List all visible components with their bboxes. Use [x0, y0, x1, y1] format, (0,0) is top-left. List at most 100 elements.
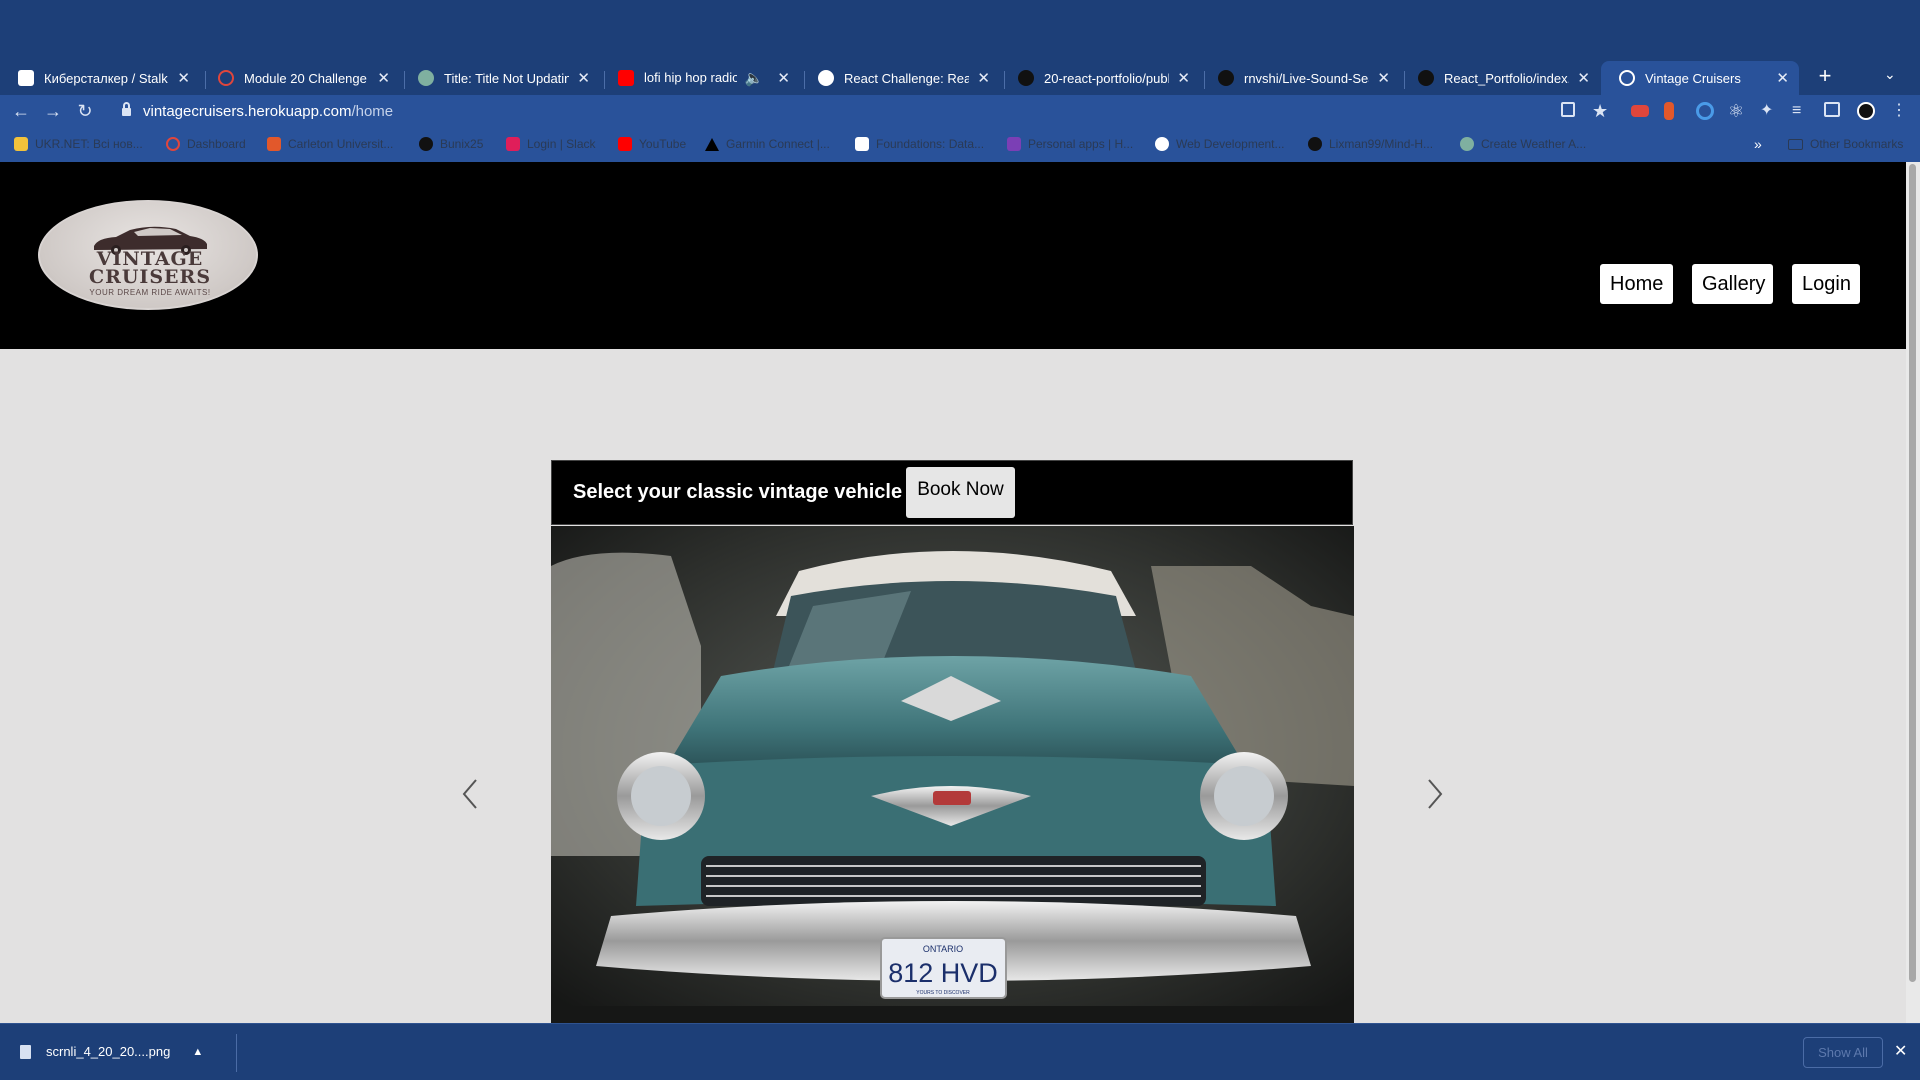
speaker-icon[interactable]: 🔈	[745, 69, 764, 87]
bookmark-label: Personal apps | H...	[1028, 137, 1134, 151]
bookmark-web-development[interactable]: Web Development...	[1155, 137, 1285, 151]
back-arrow-icon[interactable]: ←	[8, 98, 34, 124]
tab-title-not-updating[interactable]: Title: Title Not Updating ✕	[400, 61, 600, 95]
ukrnet-icon	[14, 137, 28, 151]
bookmark-label: UKR.NET: Всі нов...	[35, 137, 143, 151]
more-bookmarks-chevron-icon[interactable]: »	[1754, 136, 1762, 152]
bookmark-bunix25[interactable]: Bunix25	[419, 137, 483, 151]
bookmark-carleton[interactable]: Carleton Universit...	[267, 137, 393, 151]
tab-close-icon[interactable]: ✕	[777, 69, 790, 87]
tab-title: rnvshi/Live-Sound-Sear	[1244, 70, 1370, 86]
bookmark-dashboard[interactable]: Dashboard	[166, 137, 246, 151]
tab-close-icon[interactable]: ✕	[1377, 69, 1390, 87]
tab-react-portfolio[interactable]: 20-react-portfolio/publ ✕	[1000, 61, 1200, 95]
gallery-nav-button[interactable]: Gallery	[1692, 264, 1773, 304]
profile-avatar[interactable]	[1857, 102, 1875, 120]
book-now-button[interactable]: Book Now	[906, 467, 1015, 518]
plate-region: ONTARIO	[923, 944, 963, 954]
bookmark-garmin[interactable]: Garmin Connect |...	[705, 137, 830, 151]
tab-title: Vintage Cruisers	[1645, 70, 1741, 86]
tab-title: React_Portfolio/index.js	[1444, 70, 1570, 86]
login-nav-button[interactable]: Login	[1792, 264, 1860, 304]
vintage-car-photo: ONTARIO 812 HVD YOURS TO DISCOVER	[551, 526, 1354, 1023]
home-nav-button[interactable]: Home	[1600, 264, 1673, 304]
folder-icon	[1788, 138, 1803, 150]
bookmark-heroku[interactable]: Personal apps | H...	[1007, 137, 1133, 151]
tab-close-icon[interactable]: ✕	[177, 69, 190, 87]
share-icon[interactable]	[1561, 102, 1575, 117]
gitlab-icon	[166, 137, 180, 151]
carousel-caption-bar: Select your classic vintage vehicle Book…	[551, 460, 1353, 525]
carousel-slide-image: ONTARIO 812 HVD YOURS TO DISCOVER	[551, 526, 1354, 1023]
carousel-caption: Select your classic vintage vehicle	[573, 481, 903, 503]
gitlab-extension-icon[interactable]	[1664, 102, 1674, 120]
page-scrollbar[interactable]	[1906, 162, 1920, 1023]
github-icon	[1308, 137, 1322, 151]
site-header: VINTAGE CRUISERS YOUR DREAM RIDE AWAITS!…	[0, 162, 1906, 349]
tab-vintage-cruisers[interactable]: Vintage Cruisers ✕	[1601, 61, 1799, 95]
carousel-next-arrow-icon[interactable]	[1425, 774, 1445, 814]
bookmark-label: Create Weather A...	[1481, 137, 1587, 151]
tab-close-icon[interactable]: ✕	[977, 69, 990, 87]
download-item[interactable]: scrnli_4_20_20....png ▲	[20, 1044, 203, 1059]
bookmark-label: Carleton Universit...	[288, 137, 394, 151]
bookmark-slack[interactable]: Login | Slack	[506, 137, 596, 151]
bookmark-mind-h[interactable]: Lixman99/Mind-H...	[1308, 137, 1433, 151]
show-all-button[interactable]: Show All	[1803, 1037, 1883, 1068]
side-panel-icon[interactable]	[1824, 102, 1840, 117]
tab-stalker[interactable]: Киберсталкер / Stalk к ✕	[0, 61, 200, 95]
tab-close-icon[interactable]: ✕	[1577, 69, 1590, 87]
url-host: vintagecruisers.herokuapp.com	[143, 103, 352, 120]
bookmark-label: Foundations: Data...	[876, 137, 985, 151]
youtube-icon	[618, 137, 632, 151]
tab-portfolio-index[interactable]: React_Portfolio/index.js ✕	[1400, 61, 1600, 95]
tab-module-20[interactable]: Module 20 Challenge ✕	[200, 61, 400, 95]
shelf-divider	[236, 1034, 237, 1072]
tab-react-challenge[interactable]: React Challenge: React ✕	[800, 61, 1000, 95]
chatgpt-icon	[1460, 137, 1474, 151]
other-bookmarks-folder[interactable]: Other Bookmarks	[1788, 137, 1903, 151]
colorzilla-extension-icon[interactable]	[1696, 102, 1714, 120]
tab-close-icon[interactable]: ✕	[377, 69, 390, 87]
bookmark-ukr-net[interactable]: UKR.NET: Всі нов...	[14, 137, 143, 151]
bookmark-foundations[interactable]: Foundations: Data...	[855, 137, 984, 151]
vintage-cruisers-logo[interactable]: VINTAGE CRUISERS YOUR DREAM RIDE AWAITS!	[38, 200, 258, 310]
chevron-up-icon[interactable]: ▲	[192, 1046, 203, 1058]
page-viewport: VINTAGE CRUISERS YOUR DREAM RIDE AWAITS!…	[0, 162, 1906, 1023]
lock-icon[interactable]	[122, 101, 131, 117]
bookmark-label: Garmin Connect |...	[726, 137, 830, 151]
react-devtools-icon[interactable]: ⚛	[1728, 102, 1746, 120]
forward-arrow-icon[interactable]: →	[40, 98, 66, 124]
tab-live-sound-search[interactable]: rnvshi/Live-Sound-Sear ✕	[1200, 61, 1400, 95]
screen-recorder-extension-icon[interactable]	[1631, 105, 1649, 117]
tab-search-chevron-icon[interactable]: ⌄	[1884, 66, 1896, 83]
url-path: /home	[351, 103, 394, 120]
extensions-puzzle-icon[interactable]: ✦	[1760, 102, 1778, 120]
close-icon[interactable]: ✕	[1894, 1041, 1907, 1061]
address-bar[interactable]: vintagecruisers.herokuapp.com /home	[110, 97, 1590, 126]
bookmark-star-icon[interactable]: ★	[1592, 102, 1610, 120]
bookmarks-bar: UKR.NET: Всі нов... Dashboard Carleton U…	[0, 128, 1920, 162]
new-tab-plus-icon[interactable]: +	[1811, 62, 1839, 90]
bookmark-youtube[interactable]: YouTube	[618, 137, 686, 151]
github-favicon-icon	[1018, 70, 1034, 86]
logo-title: VINTAGE CRUISERS	[88, 248, 212, 288]
tab-title: Title: Title Not Updating	[444, 70, 570, 86]
tab-close-icon[interactable]: ✕	[1776, 69, 1789, 87]
scrollbar-thumb[interactable]	[1909, 164, 1916, 982]
youtube-favicon-icon	[618, 70, 634, 86]
reading-list-icon[interactable]: ≡	[1792, 102, 1810, 120]
other-bookmarks-label: Other Bookmarks	[1810, 137, 1904, 151]
chatgpt-favicon-icon	[418, 70, 434, 86]
browser-menu-icon[interactable]: ⋮	[1891, 102, 1909, 120]
bookmark-create-weather[interactable]: Create Weather A...	[1460, 137, 1586, 151]
plate-number: 812 HVD	[888, 958, 998, 988]
tab-close-icon[interactable]: ✕	[1177, 69, 1190, 87]
reload-icon[interactable]: ↻	[72, 98, 98, 124]
carousel-prev-arrow-icon[interactable]	[460, 774, 480, 814]
tab-close-icon[interactable]: ✕	[577, 69, 590, 87]
gitlab-fox-icon	[267, 137, 281, 151]
tab-lofi-radio[interactable]: lofi hip hop radio 📚 🔈 ✕	[600, 61, 800, 95]
stalker-favicon-icon	[18, 70, 34, 86]
bootcamp-icon	[1155, 137, 1169, 151]
